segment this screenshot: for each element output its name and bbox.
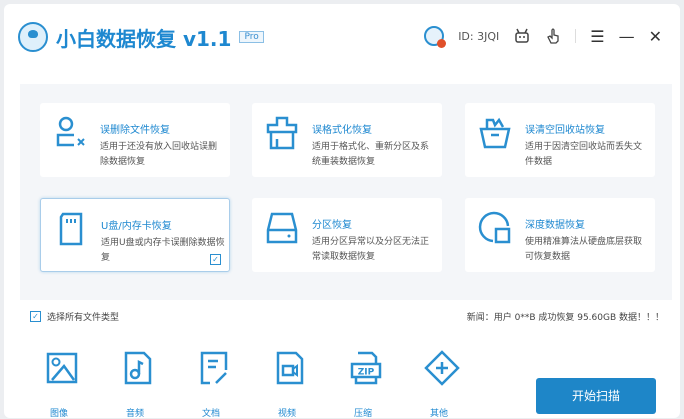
card-desc: 适用于格式化、重新分区及系统重装数据恢复: [312, 142, 430, 167]
divider: [575, 29, 577, 43]
document-icon: [200, 351, 228, 385]
file-type-other[interactable]: 其他: [424, 350, 500, 419]
file-type-label: 音频: [126, 409, 145, 419]
card-desc: 适用分区异常以及分区无法正常读取数据恢复: [312, 237, 430, 262]
card-desc: 适用U盘或内存卡误删除数据恢复: [101, 238, 225, 263]
deep-scan-icon: [478, 211, 511, 244]
card-desc: 适用于还没有放入回收站误删除数据恢复: [100, 142, 218, 167]
card-format[interactable]: 误格式化恢复适用于格式化、重新分区及系统重装数据恢复: [252, 103, 442, 177]
vip-badge-icon: [437, 39, 447, 48]
selected-checkbox[interactable]: ✓: [210, 254, 221, 265]
recycle-bin-icon: [479, 117, 511, 149]
sd-card-icon: [59, 212, 83, 246]
card-partition[interactable]: 分区恢复适用分区异常以及分区无法正常读取数据恢复: [252, 198, 442, 272]
file-type-archive[interactable]: ZIP 压缩: [348, 350, 424, 419]
pro-badge: Pro: [239, 31, 264, 43]
card-usb-sd[interactable]: U盘/内存卡恢复适用U盘或内存卡误删除数据恢复 ✓: [40, 198, 230, 272]
file-type-image[interactable]: 图像: [44, 350, 120, 419]
card-recycle-bin[interactable]: 误清空回收站恢复适用于因清空回收站而丢失文件数据: [465, 103, 655, 177]
select-all-label: 选择所有文件类型: [47, 313, 120, 323]
card-title: 误格式化恢复: [312, 125, 372, 136]
disk-icon: [266, 212, 298, 244]
file-type-label: 视频: [278, 409, 297, 419]
card-desc: 适用于因清空回收站而丢失文件数据: [525, 142, 643, 167]
svg-text:ZIP: ZIP: [358, 368, 375, 378]
start-scan-button[interactable]: 开始扫描: [536, 378, 656, 414]
card-deleted-file[interactable]: 误删除文件恢复适用于还没有放入回收站误删除数据恢复: [40, 103, 230, 177]
user-delete-icon: [56, 116, 85, 147]
app-name: 小白数据恢复 v1.1: [56, 26, 232, 51]
file-type-label: 压缩: [354, 409, 373, 419]
image-icon: [46, 352, 78, 384]
file-type-document[interactable]: 文档: [196, 350, 272, 419]
card-desc: 使用精准算法从硬盘底层获取可恢复数据: [525, 237, 643, 262]
card-title: 深度数据恢复: [525, 220, 585, 231]
card-title: 分区恢复: [312, 220, 352, 231]
file-type-audio[interactable]: 音频: [120, 350, 196, 419]
user-avatar[interactable]: [424, 26, 447, 48]
menu-icon[interactable]: ☰: [590, 27, 604, 46]
file-type-video[interactable]: 视频: [272, 350, 348, 419]
zip-icon: ZIP: [350, 351, 382, 385]
select-all-checkbox[interactable]: ✓ 选择所有文件类型: [30, 310, 119, 323]
card-title: 误清空回收站恢复: [525, 125, 605, 136]
video-icon: [276, 351, 304, 385]
file-type-label: 其他: [430, 409, 449, 419]
file-type-label: 图像: [50, 409, 69, 419]
logo-icon: [18, 22, 48, 52]
minimize-button[interactable]: —: [619, 27, 635, 46]
card-deep-recovery[interactable]: 深度数据恢复使用精准算法从硬盘底层获取可恢复数据: [465, 198, 655, 272]
title-bar: 小白数据恢复 v1.1 Pro: [18, 22, 264, 52]
file-types: 图像 音频 文档 视频 ZIP 压缩 其他: [44, 350, 500, 419]
format-icon: [266, 116, 298, 150]
news-ticker: 新闻：用户 0**B 成功恢复 95.60GB 数据！！！: [466, 313, 664, 323]
plus-diamond-icon: [424, 350, 460, 386]
robot-icon[interactable]: [513, 27, 531, 45]
card-title: U盘/内存卡恢复: [101, 221, 172, 232]
hand-pointer-icon[interactable]: [545, 27, 561, 45]
close-button[interactable]: ✕: [649, 27, 662, 46]
user-id: ID: 3JQI: [458, 29, 500, 43]
audio-icon: [124, 351, 152, 385]
file-type-label: 文档: [202, 409, 221, 419]
checkbox-icon[interactable]: ✓: [30, 311, 41, 322]
card-title: 误删除文件恢复: [100, 125, 170, 136]
